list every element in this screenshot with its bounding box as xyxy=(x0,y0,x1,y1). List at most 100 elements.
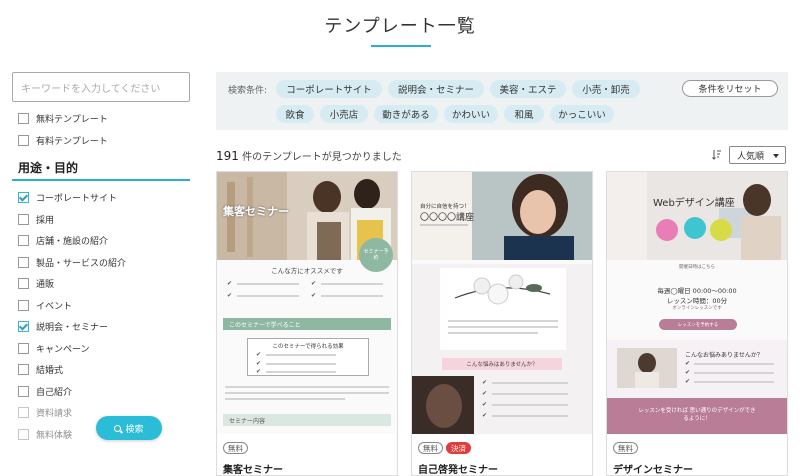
text-line xyxy=(420,224,468,226)
card-title[interactable]: 自己啓発セミナー xyxy=(418,461,498,475)
checkbox-label: 採用 xyxy=(36,215,55,226)
filter-chip[interactable]: 和風 xyxy=(504,105,544,123)
sort-icon[interactable] xyxy=(712,149,722,160)
check-icon: ✔ xyxy=(256,368,262,375)
card-title[interactable]: 集客セミナー xyxy=(223,461,283,475)
checkbox-recruitment[interactable]: 採用 xyxy=(12,209,190,231)
tag-free: 無料 xyxy=(223,442,248,454)
text-line xyxy=(492,393,568,395)
photo-image xyxy=(617,348,677,388)
template-thumbnail[interactable]: 自分に自信を持つ！ 〇〇〇〇講座 こんな悩みはありませんか？ ✔ ✔ ✔ ✔ xyxy=(412,172,592,434)
sort-select[interactable]: 人気順 xyxy=(729,146,786,164)
check-icon: ✔ xyxy=(482,379,488,386)
checkbox-store-intro[interactable]: 店舗・施設の紹介 xyxy=(12,230,190,252)
checkbox-label: 無料テンプレート xyxy=(36,115,108,126)
checkbox-paid-template[interactable]: 有料テンプレート xyxy=(12,130,190,152)
section-band: セミナー内容 xyxy=(223,414,391,426)
checkbox-checked-icon[interactable] xyxy=(18,321,29,333)
check-icon: ✔ xyxy=(256,360,262,367)
schedule-label: 開催日時はこちら xyxy=(679,265,715,270)
checkbox-icon[interactable] xyxy=(18,213,29,225)
check-icon: ✔ xyxy=(482,390,488,397)
checkbox-icon[interactable] xyxy=(18,342,29,354)
hero-title: 集客セミナー xyxy=(223,205,289,218)
filter-chip[interactable]: かわいい xyxy=(444,105,498,123)
template-card[interactable]: 集客セミナー セミナー予約 こんな方にオススメです ✔ ✔ ✔ ✔ このセミナー… xyxy=(216,171,398,476)
template-card[interactable]: 自分に自信を持つ！ 〇〇〇〇講座 こんな悩みはありませんか？ ✔ ✔ ✔ ✔ 無… xyxy=(411,171,593,476)
reset-filters-button[interactable]: 条件をリセット xyxy=(682,80,778,97)
effect-box-title: このセミナーで得られる効果 xyxy=(272,344,344,350)
checkbox-free-template[interactable]: 無料テンプレート xyxy=(12,108,190,130)
checkbox-seminar[interactable]: 説明会・セミナー xyxy=(12,316,190,338)
promo-band: レッスンを受ければ 思い通りのデザインができるように！ xyxy=(607,398,787,434)
checkbox-campaign[interactable]: キャンペーン xyxy=(12,338,190,360)
checkbox-product-intro[interactable]: 製品・サービスの紹介 xyxy=(12,252,190,274)
checkbox-icon[interactable] xyxy=(18,278,29,290)
filter-chip[interactable]: コーポレートサイト xyxy=(276,80,382,98)
worry-title: こんなお悩みありませんか？ xyxy=(685,352,763,359)
search-button[interactable]: 検索 xyxy=(96,416,162,440)
checkbox-icon[interactable] xyxy=(18,256,29,268)
text-line xyxy=(225,392,389,394)
template-card[interactable]: Webデザイン講座 開催日時はこちら 毎週◯曜日 00:00〜00:00 レッス… xyxy=(606,171,788,476)
checkbox-label: 製品・サービスの紹介 xyxy=(36,258,127,269)
result-count-number: 191 xyxy=(216,149,239,163)
schedule-note: オンラインレッスンです xyxy=(672,306,722,311)
effect-box: このセミナーで得られる効果 ✔ ✔ ✔ xyxy=(247,338,369,376)
recommend-heading: こんな方にオススメです xyxy=(271,267,343,275)
checkbox-icon[interactable] xyxy=(18,364,29,376)
result-count-suffix: 件のテンプレートが見つかりました xyxy=(242,152,402,163)
checkbox-ecommerce[interactable]: 通販 xyxy=(12,273,190,295)
checkbox-corporate-site[interactable]: コーポレートサイト xyxy=(12,187,190,209)
schedule-duration: レッスン時間：00分 xyxy=(666,297,728,305)
flower-image xyxy=(454,274,551,305)
hero-subtitle: 自分に自信を持つ！ xyxy=(420,204,470,210)
template-thumbnail[interactable]: Webデザイン講座 開催日時はこちら 毎週◯曜日 00:00〜00:00 レッス… xyxy=(607,172,787,434)
checkbox-self-intro[interactable]: 自己紹介 xyxy=(12,381,190,403)
checkbox-icon[interactable] xyxy=(18,385,29,397)
card-title[interactable]: デザインセミナー xyxy=(613,461,693,475)
text-line xyxy=(492,404,568,406)
checkbox-event[interactable]: イベント xyxy=(12,295,190,317)
tag-free: 無料 xyxy=(613,442,638,454)
text-line xyxy=(448,320,558,322)
price-filter-list: 無料テンプレート 有料テンプレート xyxy=(12,108,190,151)
text-line xyxy=(266,354,336,356)
filter-chip[interactable]: 動きがある xyxy=(374,105,438,123)
text-line xyxy=(448,332,538,334)
checkbox-icon[interactable] xyxy=(18,407,29,419)
check-icon: ✔ xyxy=(311,292,317,299)
result-count: 191 件のテンプレートが見つかりました xyxy=(216,148,402,163)
filter-label: 検索条件: xyxy=(228,86,268,96)
check-icon: ✔ xyxy=(685,369,691,376)
checkbox-label: 自己紹介 xyxy=(36,387,73,398)
search-icon xyxy=(114,424,122,432)
filter-chip[interactable]: 飲食 xyxy=(276,105,314,123)
text-line xyxy=(237,295,299,297)
checkbox-label: 説明会・セミナー xyxy=(36,323,109,334)
checkbox-wedding[interactable]: 結婚式 xyxy=(12,359,190,381)
filter-chip[interactable]: 美容・エステ xyxy=(490,80,566,98)
section-band: このセミナーで学べること xyxy=(223,318,391,330)
keyword-search-input[interactable]: キーワードを入力してください xyxy=(12,72,190,102)
checkbox-icon[interactable] xyxy=(18,428,29,440)
text-line xyxy=(321,283,383,285)
checkbox-icon[interactable] xyxy=(18,113,29,125)
text-line xyxy=(694,381,774,383)
checkbox-icon[interactable] xyxy=(18,299,29,311)
checkbox-icon[interactable] xyxy=(18,134,29,146)
checkbox-checked-icon[interactable] xyxy=(18,192,29,204)
card-tags: 無料 決済 xyxy=(418,442,471,454)
sort-select-value: 人気順 xyxy=(737,151,765,162)
filter-chip[interactable]: 小売店 xyxy=(320,105,368,123)
checkbox-label: コーポレートサイト xyxy=(36,194,118,205)
checkbox-label: 結婚式 xyxy=(36,366,64,377)
chevron-down-icon xyxy=(773,154,779,158)
template-thumbnail[interactable]: 集客セミナー セミナー予約 こんな方にオススメです ✔ ✔ ✔ ✔ このセミナー… xyxy=(217,172,397,434)
filter-chip[interactable]: かっこいい xyxy=(550,105,614,123)
filter-chip[interactable]: 小売・卸売 xyxy=(572,80,640,98)
filter-chip[interactable]: 説明会・セミナー xyxy=(388,80,484,98)
checkbox-icon[interactable] xyxy=(18,235,29,247)
text-line xyxy=(448,326,558,328)
reserve-lesson-button[interactable]: レッスンを予約する xyxy=(659,319,737,330)
